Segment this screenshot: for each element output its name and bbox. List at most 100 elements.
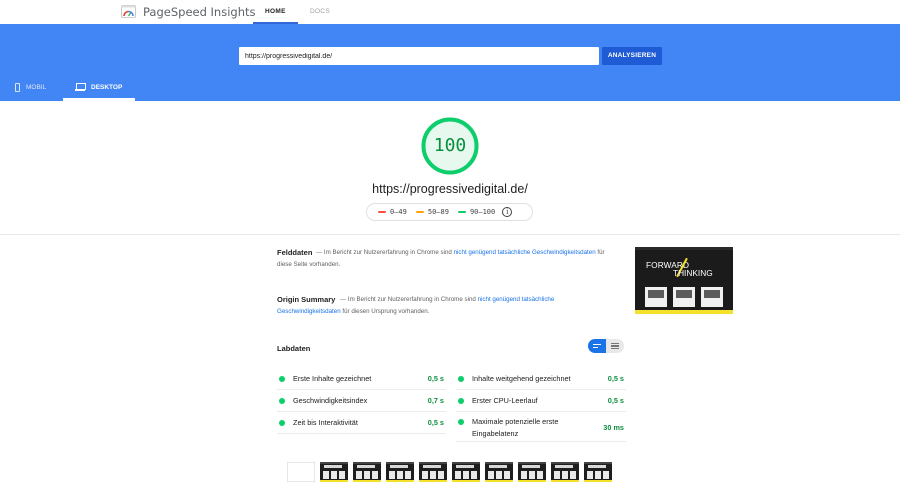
filmstrip-frame-part <box>353 462 381 464</box>
filmstrip-frame <box>551 462 579 482</box>
filmstrip-frame-part <box>331 471 337 479</box>
filmstrip-frame-part <box>386 462 414 464</box>
pass-dot-icon <box>458 419 464 425</box>
app-title: PageSpeed Insights <box>143 5 256 19</box>
origin-summary-text-pre: Im Bericht zur Nutzererfahrung in Chrome… <box>347 296 476 303</box>
filmstrip-frame-part <box>389 471 395 479</box>
filmstrip-frame-part <box>438 471 444 479</box>
filmstrip-frame-part <box>372 471 378 479</box>
filmstrip-frame-part <box>357 465 375 468</box>
pass-dot-icon <box>458 375 464 382</box>
metric-label: Zeit bis Interaktivität <box>293 417 358 427</box>
analyze-button[interactable]: ANALYSIEREN <box>602 47 662 65</box>
pass-dot-icon <box>279 375 285 382</box>
field-data-text-pre: Im Bericht zur Nutzererfahrung in Chrome… <box>323 249 452 256</box>
filmstrip-frame-part <box>353 480 381 482</box>
list-view-icon[interactable] <box>588 339 606 353</box>
screenshot-card <box>701 287 723 307</box>
legend-item-average: 50–89 <box>415 208 449 216</box>
filmstrip-frame-part <box>554 471 560 479</box>
origin-summary-text: — Im Bericht zur Nutzererfahrung in Chro… <box>277 294 607 317</box>
filmstrip-frame-part <box>485 462 513 464</box>
metric-value: 0,7 s <box>427 396 444 405</box>
filmstrip-frame-part <box>489 465 507 468</box>
metric-row: Zeit bis Interaktivität 0,5 s <box>277 412 446 434</box>
filmstrip-frame-part <box>324 465 342 468</box>
detail-view-icon[interactable] <box>606 339 624 353</box>
filmstrip-frame-part <box>537 471 543 479</box>
filmstrip-frame-part <box>584 462 612 464</box>
filmstrip-frame-part <box>595 471 601 479</box>
filmstrip-frame <box>452 462 480 482</box>
filmstrip-frame-part <box>390 465 408 468</box>
filmstrip-frame-part <box>430 471 436 479</box>
nav-tab-home[interactable]: HOME <box>265 8 286 15</box>
laptop-icon <box>75 83 86 91</box>
metric-row: Erster CPU-Leerlauf 0,5 s <box>456 390 626 412</box>
filmstrip-frame-part <box>463 471 469 479</box>
screenshot-card <box>645 287 667 307</box>
metric-row: Inhalte weitgehend gezeichnet 0,5 s <box>456 368 626 390</box>
filmstrip-frame-part <box>339 471 345 479</box>
device-tab-indicator <box>63 98 135 101</box>
filmstrip-frame-part <box>504 471 510 479</box>
filmstrip-frame-part <box>488 471 494 479</box>
metric-label: Maximale potenzielle erste Eingabelatenz <box>472 417 559 438</box>
filmstrip-frame <box>584 462 612 482</box>
metric-value: 0,5 s <box>427 418 444 427</box>
filmstrip-frame-part <box>485 480 513 482</box>
origin-summary-dash: — <box>340 296 348 303</box>
metric-row: Maximale potenzielle erste Eingabelatenz… <box>456 412 626 442</box>
lab-data-title: Labdaten <box>277 344 311 353</box>
filmstrip-frame-part <box>529 471 535 479</box>
filmstrip-frame-part <box>323 471 329 479</box>
info-icon[interactable]: i <box>502 207 513 217</box>
filmstrip-frame-part <box>518 462 546 464</box>
filmstrip-frame-part <box>422 471 428 479</box>
tab-mobile-label: MOBIL <box>26 84 47 91</box>
final-screenshot: FORWARD THINKING <box>635 247 733 314</box>
tab-mobile[interactable]: MOBIL <box>15 83 47 101</box>
filmstrip-frame-part <box>386 480 414 482</box>
screenshot-header-bar <box>635 247 733 250</box>
legend-range-pass: 90–100 <box>469 208 496 216</box>
url-input[interactable] <box>239 47 599 65</box>
legend-swatch-pass <box>457 210 466 214</box>
filmstrip-frame-part <box>364 471 370 479</box>
filmstrip-frame-part <box>496 471 502 479</box>
pass-dot-icon <box>458 397 464 404</box>
metric-label: Erste Inhalte gezeichnet <box>293 373 372 383</box>
metric-value: 0,5 s <box>427 374 444 383</box>
origin-summary-text-post: für diesen Ursprung vorhanden. <box>342 307 430 315</box>
filmstrip-frame-part <box>397 471 403 479</box>
filmstrip-frame <box>287 462 315 482</box>
filmstrip-frame-part <box>570 471 576 479</box>
filmstrip-frame-part <box>419 462 447 464</box>
screenshot-yellow-stripe <box>635 310 733 314</box>
filmstrip-frame-part <box>455 471 461 479</box>
top-bar: PageSpeed Insights HOME DOCS <box>0 0 900 24</box>
legend-range-average: 50–89 <box>427 208 449 216</box>
filmstrip-frame-part <box>471 471 477 479</box>
view-toggle[interactable] <box>588 339 624 353</box>
filmstrip-frame-part <box>603 471 609 479</box>
phone-icon <box>15 83 20 92</box>
filmstrip-frame-part <box>320 480 348 482</box>
field-data-link[interactable]: nicht genügend tatsächliche Geschwindigk… <box>454 249 596 256</box>
filmstrip-frame-part <box>584 480 612 482</box>
metric-value: 30 ms <box>603 423 624 432</box>
pass-dot-icon <box>279 397 285 404</box>
filmstrip-frame-part <box>551 480 579 482</box>
filmstrip-frame <box>485 462 513 482</box>
filmstrip-frame <box>386 462 414 482</box>
section-divider <box>0 234 900 235</box>
nav-tab-docs[interactable]: DOCS <box>310 8 330 15</box>
filmstrip-frame-part <box>551 462 579 464</box>
legend-range-fail: 0–49 <box>390 208 407 216</box>
filmstrip-frame <box>518 462 546 482</box>
filmstrip-frame-part <box>562 471 568 479</box>
filmstrip-frame-part <box>521 471 527 479</box>
metric-label: Inhalte weitgehend gezeichnet <box>472 373 571 383</box>
filmstrip-frame-part <box>588 465 606 468</box>
metric-row: Erste Inhalte gezeichnet 0,5 s <box>277 368 446 390</box>
